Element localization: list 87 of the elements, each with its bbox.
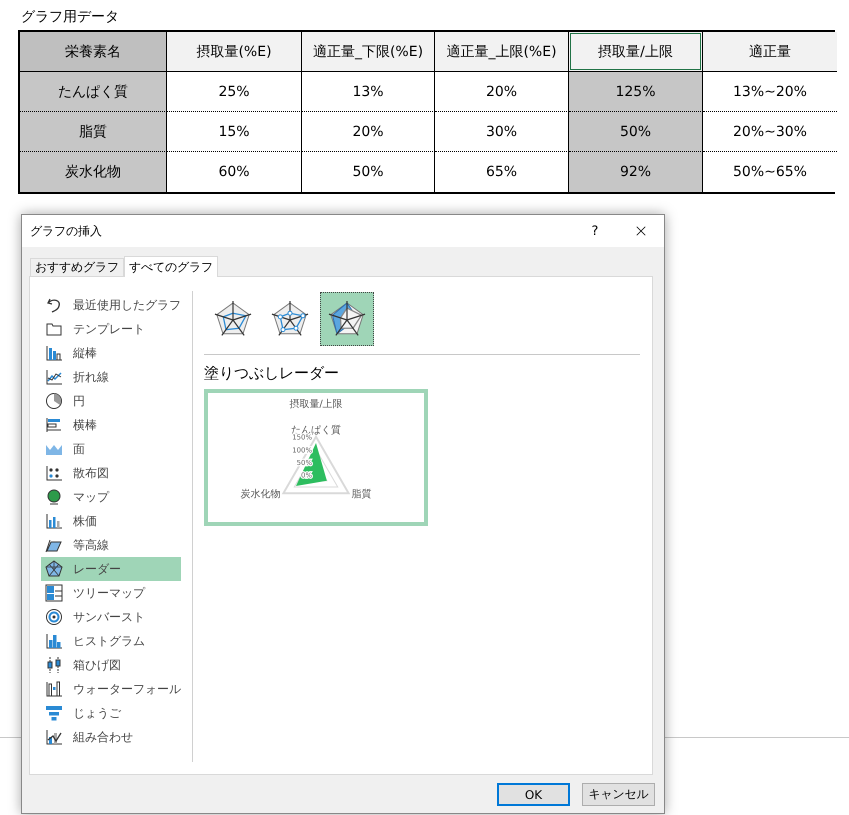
combo-chart-icon [45, 728, 63, 746]
column-chart-icon [45, 344, 63, 362]
chart-type-item[interactable]: 円 [41, 389, 181, 413]
chart-type-item[interactable]: 株価 [41, 509, 181, 533]
tab[interactable]: おすすめグラフ [30, 258, 124, 277]
chart-type-label: 箱ひげ図 [73, 656, 121, 674]
sunburst-icon [45, 608, 63, 626]
chart-type-label: 等高線 [73, 536, 109, 554]
chart-type-label: 円 [73, 392, 85, 410]
column-header[interactable]: 適正量_下限(%E) [302, 32, 435, 72]
chart-type-item[interactable]: ツリーマップ [41, 581, 181, 605]
chart-type-label: 面 [73, 440, 85, 458]
table-cell: 13%~20% [703, 72, 837, 112]
chart-type-label: マップ [73, 488, 109, 506]
row-header: 炭水化物 [20, 152, 167, 192]
radar-chart-icon [45, 560, 63, 578]
chart-type-label: サンバースト [73, 608, 145, 626]
chart-type-item[interactable]: 箱ひげ図 [41, 653, 181, 677]
table-cell: 30% [435, 112, 569, 152]
column-header[interactable]: 栄養素名 [20, 32, 167, 72]
chart-type-label: 散布図 [73, 464, 109, 482]
chart-type-label: ウォーターフォール [73, 680, 181, 698]
undo-icon [45, 296, 63, 314]
chart-subtype-button[interactable] [320, 292, 374, 346]
chart-type-label: 組み合わせ [73, 728, 133, 746]
chart-type-label: テンプレート [73, 320, 145, 338]
chart-type-item[interactable]: 最近使用したグラフ [41, 293, 181, 317]
chart-type-label: 最近使用したグラフ [73, 296, 181, 314]
stock-chart-icon [45, 512, 63, 530]
chart-type-label: じょうご [73, 704, 121, 722]
chart-type-label: 縦棒 [73, 344, 97, 362]
treemap-icon [45, 584, 63, 602]
grid-line [282, 434, 350, 494]
chart-type-item[interactable]: テンプレート [41, 317, 181, 341]
chart-type-item[interactable]: じょうご [41, 701, 181, 725]
subtype-title: 塗りつぶしレーダー [204, 364, 340, 383]
chart-type-item[interactable]: 組み合わせ [41, 725, 181, 749]
tab[interactable]: すべてのグラフ [124, 256, 218, 277]
line-chart-icon [45, 368, 63, 386]
chart-type-item[interactable]: 等高線 [41, 533, 181, 557]
chart-type-item[interactable]: 面 [41, 437, 181, 461]
column-header[interactable]: 摂取量/上限 [569, 32, 703, 72]
box-plot-icon [45, 656, 63, 674]
category-label: 脂質 [352, 489, 372, 500]
table-cell: 13% [302, 72, 435, 112]
table-cell: 20% [435, 72, 569, 112]
chart-type-item[interactable]: 横棒 [41, 413, 181, 437]
ok-button[interactable]: OK [497, 783, 570, 806]
chart-title: 摂取量/上限 [289, 398, 343, 411]
bar-chart-icon [45, 416, 63, 434]
funnel-icon [45, 704, 63, 722]
row-header: たんぱく質 [20, 72, 167, 112]
chart-type-item[interactable]: 折れ線 [41, 365, 181, 389]
table-cell: 20% [302, 112, 435, 152]
column-header[interactable]: 適正量 [703, 32, 837, 72]
table-cell: 92% [569, 152, 703, 192]
category-label: 炭水化物 [240, 489, 280, 500]
chart-type-item[interactable]: マップ [41, 485, 181, 509]
chart-type-item[interactable]: サンバースト [41, 605, 181, 629]
chart-type-item[interactable]: ヒストグラム [41, 629, 181, 653]
chart-type-item[interactable]: ウォーターフォール [41, 677, 181, 701]
scatter-chart-icon [45, 464, 63, 482]
cancel-button[interactable]: キャンセル [582, 783, 655, 806]
chart-type-label: 横棒 [73, 416, 97, 434]
chart-type-label: 折れ線 [73, 368, 109, 386]
column-header[interactable]: 適正量_上限(%E) [435, 32, 569, 72]
help-button[interactable]: ? [572, 215, 618, 247]
waterfall-chart-icon [45, 680, 63, 698]
chart-type-label: レーダー [73, 560, 121, 578]
table-cell: 15% [167, 112, 302, 152]
table-cell: 20%~30% [703, 112, 837, 152]
chart-type-item[interactable]: 縦棒 [41, 341, 181, 365]
chart-type-label: 株価 [73, 512, 97, 530]
chart-type-item[interactable]: 散布図 [41, 461, 181, 485]
column-header[interactable]: 摂取量(%E) [167, 32, 302, 72]
dialog-title: グラフの挿入 [30, 222, 103, 240]
sheet-title: グラフ用データ [20, 8, 120, 26]
table-cell: 50% [569, 112, 703, 152]
table-cell: 125% [569, 72, 703, 112]
chart-type-label: ツリーマップ [73, 584, 145, 602]
table-cell: 25% [167, 72, 302, 112]
globe-icon [45, 488, 63, 506]
histogram-icon [45, 632, 63, 650]
row-header: 脂質 [20, 112, 167, 152]
chart-type-label: ヒストグラム [73, 632, 145, 650]
pie-chart-icon [45, 392, 63, 410]
chart-type-item[interactable]: レーダー [41, 557, 181, 581]
